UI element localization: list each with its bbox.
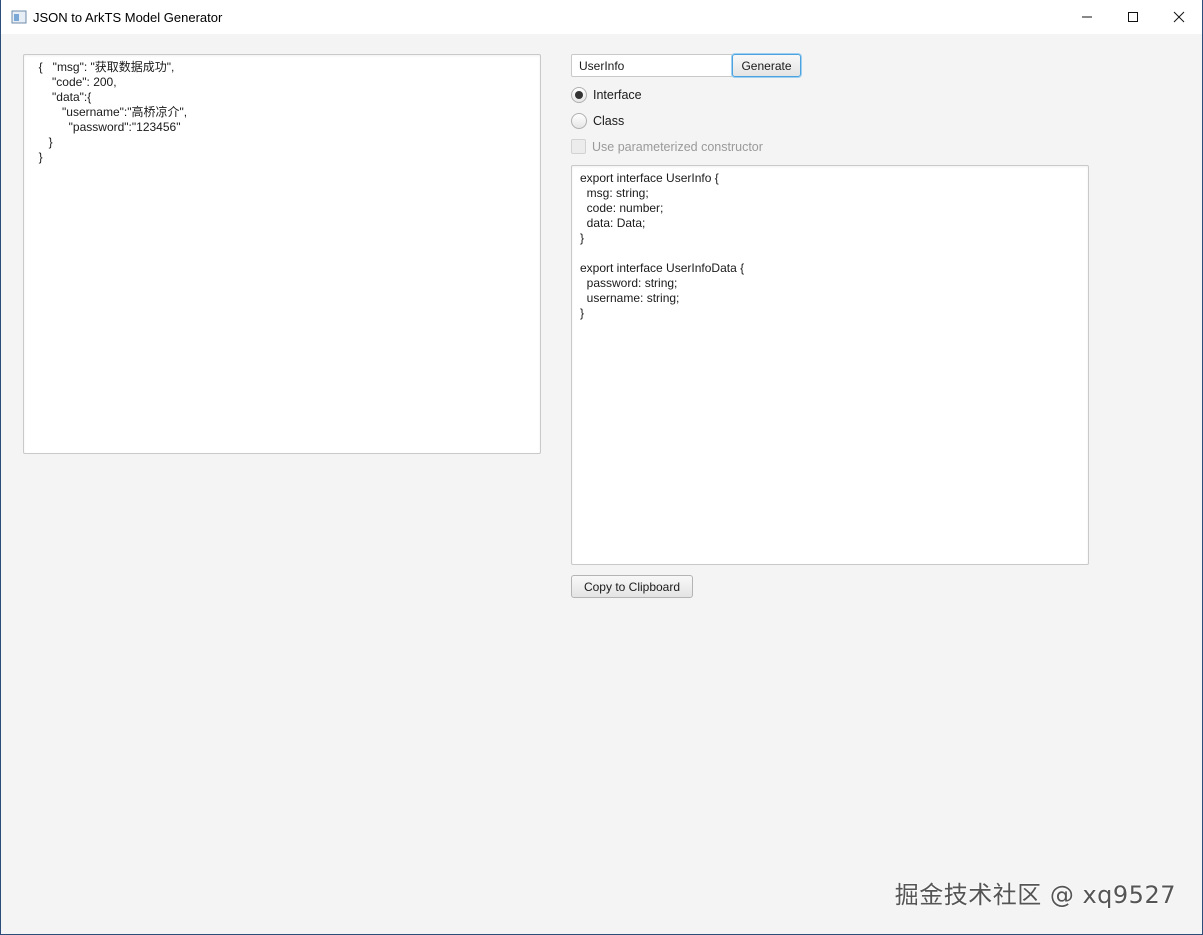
copy-label: Copy to Clipboard — [583, 579, 681, 594]
close-icon — [1173, 11, 1185, 23]
close-button[interactable] — [1156, 0, 1202, 34]
maximize-button[interactable] — [1110, 0, 1156, 34]
radio-interface[interactable]: Interface — [571, 87, 642, 103]
minimize-button[interactable] — [1064, 0, 1110, 34]
app-icon — [11, 9, 27, 25]
class-name-value: UserInfo — [579, 58, 625, 73]
radio-class-label: Class — [593, 114, 625, 128]
window-title: JSON to ArkTS Model Generator — [33, 9, 223, 25]
radio-interface-indicator[interactable] — [571, 87, 587, 103]
checkbox-label: Use parameterized constructor — [592, 139, 763, 154]
class-name-input[interactable]: UserInfo — [571, 54, 733, 77]
radio-interface-label: Interface — [593, 88, 642, 102]
maximize-icon — [1128, 12, 1138, 22]
watermark: 掘金技术社区 @ xq9527 — [894, 881, 1176, 909]
minimize-icon — [1082, 16, 1092, 18]
radio-class[interactable]: Class — [571, 113, 624, 129]
json-input-textarea[interactable]: { "msg": "获取数据成功", "code": 200, "data":{… — [23, 54, 541, 454]
title-bar[interactable]: JSON to ArkTS Model Generator — [1, 0, 1202, 34]
checkbox-box[interactable] — [571, 139, 586, 154]
json-input-text: { "msg": "获取数据成功", "code": 200, "data":{… — [38, 60, 188, 164]
parameterized-constructor-checkbox[interactable]: Use parameterized constructor — [571, 139, 763, 154]
output-textarea[interactable]: export interface UserInfo { msg: string;… — [571, 165, 1089, 565]
radio-class-indicator[interactable] — [571, 113, 587, 129]
generate-button[interactable]: Generate — [732, 54, 801, 77]
output-text: export interface UserInfo { msg: string;… — [580, 171, 745, 320]
window-controls — [1064, 0, 1202, 34]
copy-to-clipboard-button[interactable]: Copy to Clipboard — [571, 575, 693, 598]
app-window: JSON to ArkTS Model Generator {"msg": "… — [0, 0, 1203, 935]
radio-selected-dot — [575, 91, 583, 99]
generate-label: Generate — [741, 58, 792, 73]
